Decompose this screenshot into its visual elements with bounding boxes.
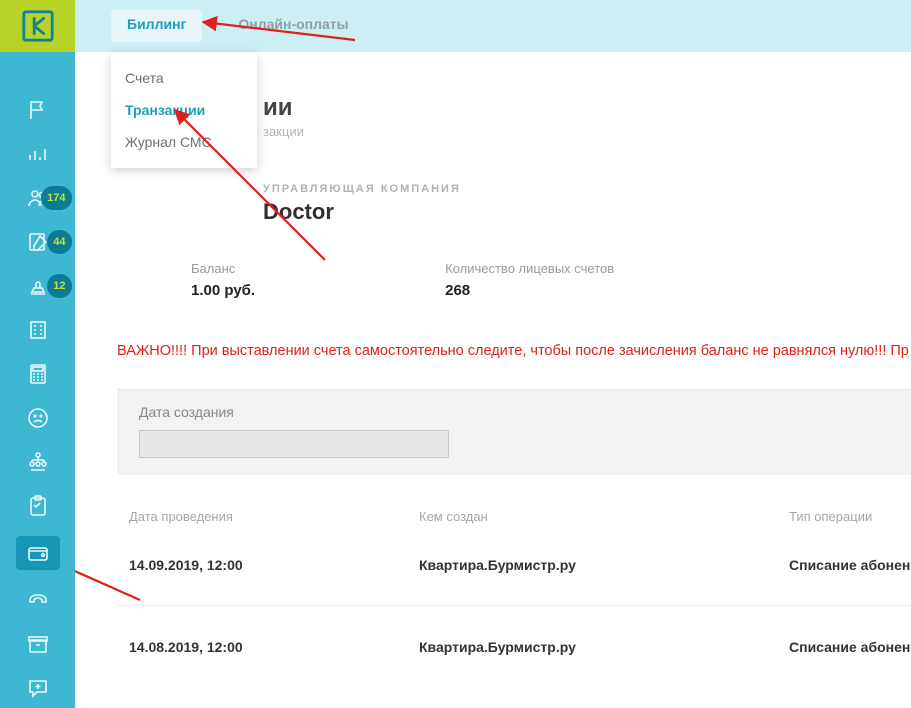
cell-type: Списание абонент bbox=[789, 557, 911, 573]
cell-by: Квартира.Бурмистр.ру bbox=[419, 557, 789, 573]
chat-plus-icon bbox=[26, 676, 50, 700]
dropdown-item-sms-log[interactable]: Журнал СМС bbox=[111, 126, 257, 158]
logo-icon bbox=[21, 9, 55, 43]
sidebar-item-tasks[interactable] bbox=[18, 492, 58, 520]
accounts-label: Количество лицевых счетов bbox=[445, 261, 614, 276]
balance-value: 1.00 руб. bbox=[191, 282, 255, 299]
breadcrumb: закции bbox=[263, 124, 911, 139]
face-sad-icon bbox=[26, 406, 50, 430]
cell-type: Списание абонент bbox=[789, 639, 911, 655]
building-icon bbox=[26, 318, 50, 342]
dropdown-item-transactions[interactable]: Транзакции bbox=[111, 94, 257, 126]
th-by: Кем создан bbox=[419, 509, 789, 524]
accounts-value: 268 bbox=[445, 282, 614, 299]
phone-icon bbox=[26, 588, 50, 612]
badge: 44 bbox=[47, 230, 71, 254]
cell-date: 14.08.2019, 12:00 bbox=[129, 639, 419, 655]
stat-balance: Баланс 1.00 руб. bbox=[191, 261, 255, 299]
sidebar-items: 174 44 12 bbox=[0, 52, 75, 702]
calculator-icon bbox=[26, 362, 50, 386]
th-type: Тип операции bbox=[789, 509, 911, 524]
page: Биллинг Онлайн-оплаты Счета Транзакции Ж… bbox=[75, 0, 911, 708]
cell-by: Квартира.Бурмистр.ру bbox=[419, 639, 789, 655]
balance-label: Баланс bbox=[191, 261, 255, 276]
table-row[interactable]: 14.09.2019, 12:00 Квартира.Бурмистр.ру С… bbox=[117, 524, 911, 606]
sidebar-item-phone[interactable] bbox=[18, 586, 58, 614]
stat-accounts: Количество лицевых счетов 268 bbox=[445, 261, 614, 299]
warning-text: ВАЖНО!!!! При выставлении счета самостоя… bbox=[117, 343, 911, 359]
sidebar-item-org[interactable] bbox=[18, 448, 58, 476]
tab-online-payments[interactable]: Онлайн-оплаты bbox=[222, 10, 364, 42]
filter-panel: Дата создания bbox=[117, 389, 911, 475]
table-row[interactable]: 14.08.2019, 12:00 Квартира.Бурмистр.ру С… bbox=[117, 606, 911, 688]
transactions-table: Дата проведения Кем создан Тип операции … bbox=[117, 509, 911, 688]
logo[interactable] bbox=[0, 0, 75, 52]
table-body: 14.09.2019, 12:00 Квартира.Бурмистр.ру С… bbox=[117, 524, 911, 688]
sidebar-item-edit[interactable]: 44 bbox=[18, 228, 58, 256]
sidebar-item-feedback[interactable] bbox=[18, 404, 58, 432]
sidebar-item-archive[interactable] bbox=[18, 630, 58, 658]
org-tree-icon bbox=[26, 450, 50, 474]
sidebar-item-chat[interactable] bbox=[18, 674, 58, 702]
table-header: Дата проведения Кем создан Тип операции bbox=[117, 509, 911, 524]
org-name: Doctor bbox=[263, 199, 911, 225]
filter-date-input[interactable] bbox=[139, 430, 449, 458]
billing-dropdown: Счета Транзакции Журнал СМС bbox=[111, 52, 257, 168]
sidebar-item-building[interactable] bbox=[18, 316, 58, 344]
edit-icon bbox=[26, 230, 50, 254]
wallet-icon bbox=[26, 541, 50, 565]
topbar: Биллинг Онлайн-оплаты bbox=[75, 0, 911, 52]
sidebar-item-billing[interactable] bbox=[16, 536, 60, 570]
sidebar-item-analytics[interactable] bbox=[18, 140, 58, 168]
sidebar-item-stamp[interactable]: 12 bbox=[18, 272, 58, 300]
box-icon bbox=[26, 632, 50, 656]
clipboard-icon bbox=[26, 494, 50, 518]
sidebar-item-calculator[interactable] bbox=[18, 360, 58, 388]
page-title: ии bbox=[263, 94, 911, 122]
stamp-icon bbox=[26, 274, 50, 298]
badge: 174 bbox=[41, 186, 71, 210]
dropdown-item-accounts[interactable]: Счета bbox=[111, 62, 257, 94]
cell-date: 14.09.2019, 12:00 bbox=[129, 557, 419, 573]
th-date: Дата проведения bbox=[129, 509, 419, 524]
tab-billing[interactable]: Биллинг bbox=[111, 10, 202, 42]
sidebar-item-people[interactable]: 174 bbox=[18, 184, 58, 212]
filter-date-label: Дата создания bbox=[139, 404, 889, 420]
sidebar-item-flag[interactable] bbox=[18, 96, 58, 124]
badge: 12 bbox=[47, 274, 71, 298]
flag-icon bbox=[26, 98, 50, 122]
sidebar: 174 44 12 bbox=[0, 0, 75, 708]
org-caption: УПРАВЛЯЮЩАЯ КОМПАНИЯ bbox=[263, 183, 911, 195]
content: ии закции УПРАВЛЯЮЩАЯ КОМПАНИЯ Doctor Ба… bbox=[75, 94, 911, 688]
chart-icon bbox=[26, 142, 50, 166]
